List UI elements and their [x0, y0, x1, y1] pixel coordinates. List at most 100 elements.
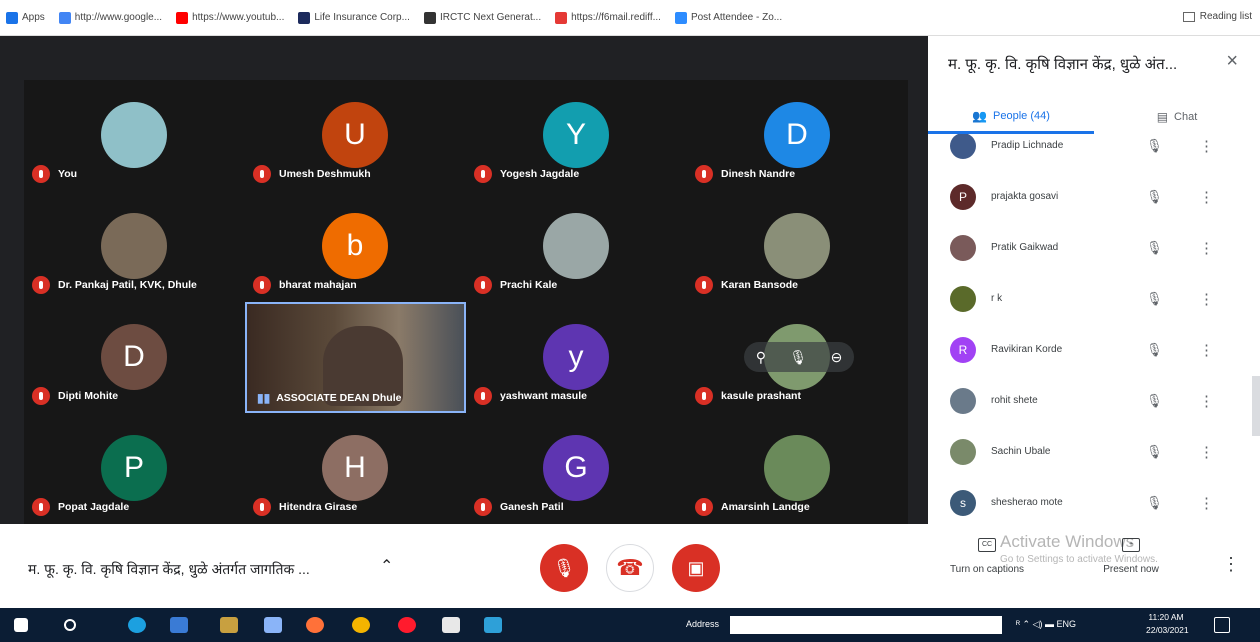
- mic-off-icon: 🎙: [1146, 341, 1163, 357]
- mic-off-icon: 🎙: [1146, 290, 1163, 306]
- more-options-icon[interactable]: ⋮: [1199, 290, 1214, 308]
- more-options-icon[interactable]: ⋮: [1199, 188, 1214, 206]
- edge-icon[interactable]: [128, 617, 146, 633]
- participant-tile[interactable]: Dr. Pankaj Patil, KVK, Dhule: [24, 191, 245, 302]
- panel-tabs: 👥 People (44) ▤ Chat: [928, 100, 1260, 134]
- present-now-button[interactable]: + Present now: [1086, 538, 1176, 575]
- reading-list-button[interactable]: Reading list: [1182, 11, 1252, 22]
- clock[interactable]: 11:20 AM 22/03/2021: [1146, 611, 1189, 637]
- more-options-icon[interactable]: ⋮: [1199, 392, 1214, 410]
- participant-tile[interactable]: H Hitendra Girase: [245, 413, 466, 524]
- participant-tile[interactable]: y yashwant masule: [466, 302, 687, 413]
- more-options-icon[interactable]: ⋮: [1199, 443, 1214, 461]
- list-item[interactable]: Pratik Gaikwad 🎙 ⋮: [928, 222, 1260, 273]
- mic-muted-icon: [32, 498, 50, 516]
- avatar: [543, 213, 609, 279]
- participant-tile[interactable]: Karan Bansode: [687, 191, 908, 302]
- participant-name: yashwant masule: [474, 387, 587, 405]
- tab-people[interactable]: 👥 People (44): [928, 100, 1094, 134]
- mic-toggle-button[interactable]: 🎙: [540, 544, 588, 592]
- firefox-icon[interactable]: [306, 617, 324, 633]
- participant-name: Ravikiran Korde: [991, 344, 1063, 355]
- participant-name: Amarsinh Landge: [695, 498, 810, 516]
- participant-name: Pradip Lichnade: [991, 140, 1064, 151]
- list-item[interactable]: Pprajakta gosavi 🎙 ⋮: [928, 171, 1260, 222]
- chrome-icon[interactable]: [352, 617, 370, 633]
- opera-icon[interactable]: [398, 617, 416, 633]
- captions-icon: CC: [978, 538, 996, 552]
- participant-tile[interactable]: Y Yogesh Jagdale: [466, 80, 687, 191]
- bookmark-item[interactable]: http://www.google...: [58, 11, 162, 24]
- participant-tile[interactable]: Amarsinh Landge: [687, 413, 908, 524]
- more-options-icon[interactable]: ⋮: [1199, 137, 1214, 155]
- mic-muted-icon: [695, 276, 713, 294]
- camera-toggle-button[interactable]: ▣: [672, 544, 720, 592]
- pin-icon[interactable]: ⚲: [756, 349, 766, 366]
- participant-tile[interactable]: G Ganesh Patil: [466, 413, 687, 524]
- captions-button[interactable]: CC Turn on captions: [932, 538, 1042, 575]
- speaking-icon: ▮▮: [257, 391, 271, 405]
- list-item[interactable]: Sachin Ubale 🎙 ⋮: [928, 426, 1260, 477]
- participant-tile[interactable]: P Popat Jagdale: [24, 413, 245, 524]
- bookmark-item[interactable]: IRCTC Next Generat...: [423, 11, 541, 24]
- phone-hangup-icon: ☎: [616, 555, 644, 580]
- mic-icon[interactable]: 🎙: [789, 349, 807, 366]
- panel-title: म. फू. कृ. वि. कृषि विज्ञान केंद्र, धुळे…: [948, 56, 1178, 73]
- participant-name: Hitendra Girase: [253, 498, 357, 516]
- bookmark-item[interactable]: Post Attendee - Zo...: [674, 11, 782, 24]
- participant-name: You: [32, 165, 77, 183]
- photos-icon[interactable]: [264, 617, 282, 633]
- address-input[interactable]: [730, 616, 1002, 634]
- list-item[interactable]: r k 🎙 ⋮: [928, 273, 1260, 324]
- taskview-icon[interactable]: [170, 617, 188, 633]
- participant-tile[interactable]: b bharat mahajan: [245, 191, 466, 302]
- tab-chat[interactable]: ▤ Chat: [1094, 100, 1260, 134]
- bookmark-item[interactable]: Life Insurance Corp...: [298, 11, 410, 24]
- app-icon[interactable]: [484, 617, 502, 633]
- notepad-icon[interactable]: [442, 617, 460, 633]
- bookmark-item[interactable]: https://www.youtub...: [176, 11, 284, 24]
- start-icon[interactable]: [14, 618, 28, 632]
- avatar: [950, 285, 976, 312]
- mic-off-icon: 🎙: [1146, 443, 1163, 459]
- bookmark-item[interactable]: https://f6mail.rediff...: [555, 11, 661, 24]
- system-tray[interactable]: ᴿ ⌃ ◁) ▬ ENG: [1016, 619, 1076, 630]
- more-options-icon[interactable]: ⋮: [1199, 239, 1214, 257]
- search-icon[interactable]: [64, 619, 76, 631]
- avatar: H: [322, 435, 388, 501]
- remove-icon[interactable]: ⊖: [831, 349, 843, 366]
- bookmark-icon: [674, 11, 687, 24]
- list-item[interactable]: rohit shete 🎙 ⋮: [928, 375, 1260, 426]
- participant-tile[interactable]: U Umesh Deshmukh: [245, 80, 466, 191]
- end-call-button[interactable]: ☎: [606, 544, 654, 592]
- participant-name: ▮▮ ASSOCIATE DEAN Dhule: [257, 391, 402, 405]
- more-options-icon[interactable]: ⋮: [1222, 554, 1240, 575]
- tray-icons: ᴿ ⌃ ◁) ▬: [1016, 619, 1057, 629]
- list-item[interactable]: s shesherao mote 🎙 ⋮: [928, 477, 1260, 524]
- windows-taskbar: Address ᴿ ⌃ ◁) ▬ ENG 11:20 AM 22/03/2021: [0, 608, 1260, 642]
- more-options-icon[interactable]: ⋮: [1199, 494, 1214, 512]
- list-item[interactable]: Pradip Lichnade 🎙 ⋮: [928, 134, 1260, 171]
- tile-hover-controls[interactable]: ⚲ 🎙 ⊖: [744, 342, 854, 372]
- scrollbar[interactable]: [1252, 376, 1260, 436]
- participant-tile[interactable]: D Dipti Mohite: [24, 302, 245, 413]
- more-options-icon[interactable]: ⋮: [1199, 341, 1214, 359]
- mic-off-icon: 🎙: [1146, 494, 1163, 510]
- participant-video-tile[interactable]: ▮▮ ASSOCIATE DEAN Dhule: [245, 302, 466, 413]
- participant-tile[interactable]: D Dinesh Nandre: [687, 80, 908, 191]
- chevron-up-icon[interactable]: ⌃: [380, 556, 393, 576]
- avatar: [950, 438, 976, 465]
- mic-muted-icon: [32, 165, 50, 183]
- participant-tile[interactable]: You: [24, 80, 245, 191]
- people-list: Pradip Lichnade 🎙 ⋮ Pprajakta gosavi 🎙 ⋮ Prati…: [928, 134, 1260, 524]
- mic-off-icon: 🎙: [1146, 137, 1163, 153]
- store-icon[interactable]: [220, 617, 238, 633]
- bookmark-item[interactable]: Apps: [6, 11, 45, 24]
- close-panel-button[interactable]: ×: [1226, 50, 1238, 73]
- meeting-stage: You U Umesh Deshmukh Y Yogesh Jagdale D Dinesh…: [0, 36, 928, 524]
- list-item[interactable]: R Ravikiran Korde 🎙 ⋮: [928, 324, 1260, 375]
- notification-icon[interactable]: [1214, 617, 1230, 633]
- avatar: [950, 134, 976, 159]
- participant-tile[interactable]: Prachi Kale: [466, 191, 687, 302]
- avatar: s: [950, 489, 976, 516]
